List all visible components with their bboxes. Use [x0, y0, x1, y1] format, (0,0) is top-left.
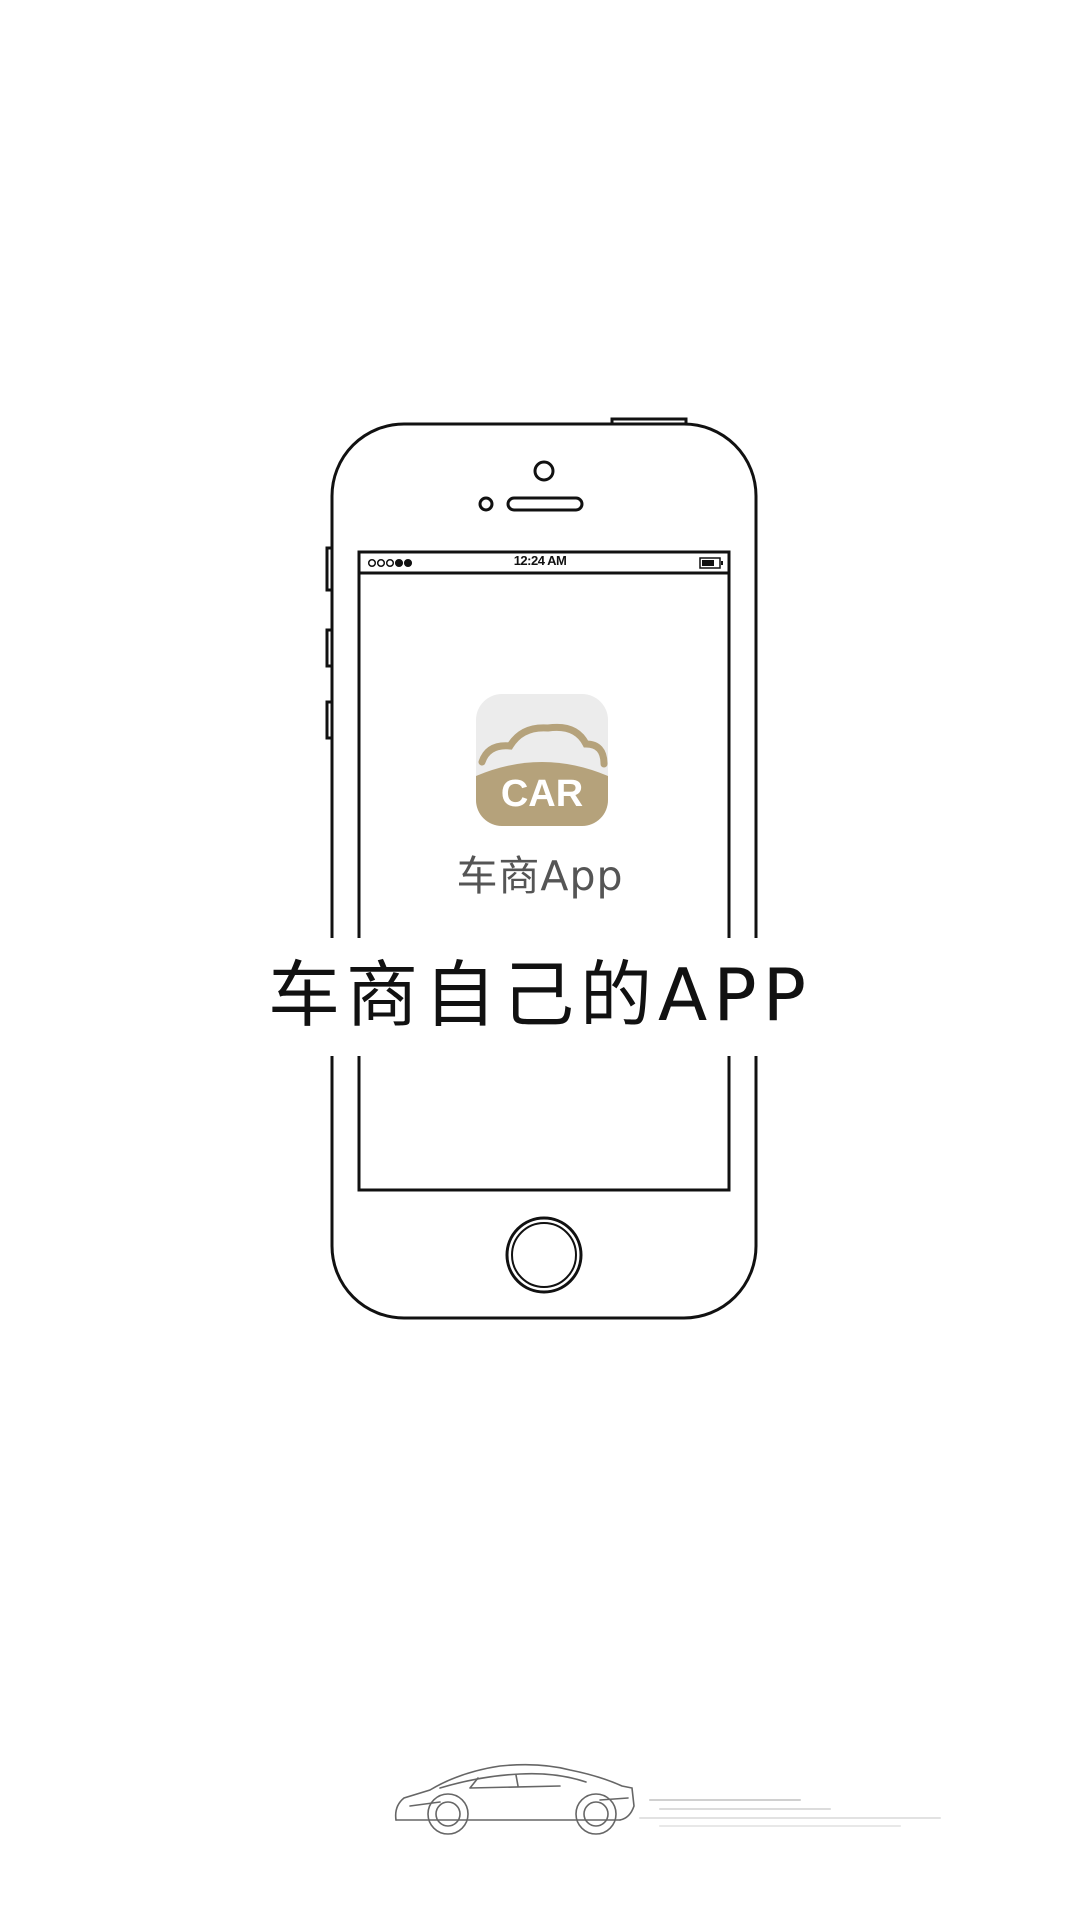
app-icon-label: CAR [501, 773, 583, 815]
app-name-label: 车商App [456, 852, 624, 900]
status-bar-time: 12:24 AM [513, 553, 567, 568]
app-icon[interactable]: CAR [476, 694, 608, 826]
tagline-text: 车商自己的APP [267, 953, 813, 1037]
sports-car-icon [394, 1763, 941, 1835]
home-button-icon[interactable] [505, 1216, 583, 1294]
